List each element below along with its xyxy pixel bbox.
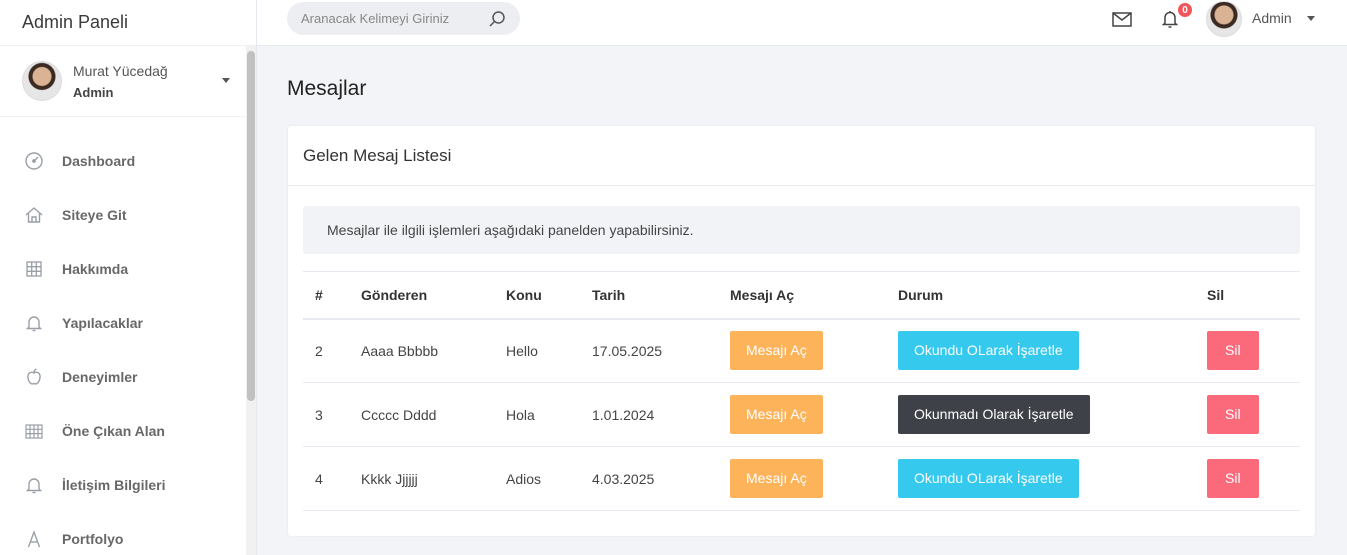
mail-icon[interactable] bbox=[1111, 10, 1133, 28]
mark-read-button[interactable]: Okundu OLarak İşaretle bbox=[898, 331, 1079, 371]
sidebar-nav: Dashboard Siteye Git Hakkımda Yapılacakl… bbox=[0, 117, 256, 555]
cell-topic: Adios bbox=[494, 446, 580, 511]
column-header: # bbox=[303, 271, 349, 320]
cell-id: 2 bbox=[303, 318, 349, 383]
home-icon bbox=[24, 205, 44, 225]
table-header-row: # Gönderen Konu Tarih Mesajı Aç Durum Si… bbox=[303, 271, 1300, 320]
sidebar-item-label: Hakkımda bbox=[62, 261, 129, 277]
notification-badge: 0 bbox=[1176, 1, 1194, 19]
table-row: 4 Kkkk Jjjjjj Adios 4.03.2025 Mesajı Aç … bbox=[303, 446, 1300, 511]
column-header: Sil bbox=[1195, 271, 1300, 320]
cell-topic: Hola bbox=[494, 382, 580, 447]
sidebar-item-hakkimda[interactable]: Hakkımda bbox=[0, 242, 256, 296]
sidebar-item-yapilacaklar[interactable]: Yapılacaklar bbox=[0, 296, 256, 350]
cell-topic: Hello bbox=[494, 318, 580, 383]
cell-id: 4 bbox=[303, 446, 349, 511]
scrollbar-thumb[interactable] bbox=[247, 51, 255, 401]
delete-button[interactable]: Sil bbox=[1207, 331, 1259, 371]
open-message-button[interactable]: Mesajı Aç bbox=[730, 331, 823, 371]
search-input[interactable] bbox=[301, 11, 481, 26]
sidebar-item-portfolyo[interactable]: Portfolyo bbox=[0, 512, 256, 555]
sidebar-scrollbar[interactable] bbox=[246, 46, 256, 555]
search-icon[interactable] bbox=[488, 10, 506, 28]
avatar bbox=[22, 61, 62, 101]
topbar: 0 Admin bbox=[257, 0, 1347, 46]
cell-date: 4.03.2025 bbox=[580, 446, 718, 511]
column-header: Tarih bbox=[580, 271, 718, 320]
sidebar: Admin Paneli Murat Yücedağ Admin Dashboa… bbox=[0, 0, 257, 555]
cell-sender: Ccccc Dddd bbox=[349, 382, 494, 447]
open-message-button[interactable]: Mesajı Aç bbox=[730, 395, 823, 434]
cell-sender: Aaaa Bbbbb bbox=[349, 318, 494, 383]
column-header: Mesajı Aç bbox=[718, 271, 886, 320]
avatar[interactable] bbox=[1206, 1, 1242, 37]
table-row: 2 Aaaa Bbbbb Hello 17.05.2025 Mesajı Aç … bbox=[303, 318, 1300, 383]
delete-button[interactable]: Sil bbox=[1207, 395, 1259, 434]
sidebar-item-label: İletişim Bilgileri bbox=[62, 477, 166, 493]
sidebar-item-label: Dashboard bbox=[62, 153, 136, 169]
brand-title[interactable]: Admin Paneli bbox=[0, 0, 256, 46]
sidebar-item-one-cikan-alan[interactable]: Öne Çıkan Alan bbox=[0, 404, 256, 458]
sidebar-item-label: Portfolyo bbox=[62, 531, 124, 547]
caret-down-icon[interactable] bbox=[222, 78, 230, 83]
grid-icon bbox=[24, 259, 44, 279]
cell-date: 17.05.2025 bbox=[580, 318, 718, 383]
card-title: Gelen Mesaj Listesi bbox=[288, 126, 1315, 186]
info-alert: Mesajlar ile ilgili işlemleri aşağıdaki … bbox=[303, 206, 1300, 254]
sidebar-item-label: Siteye Git bbox=[62, 207, 127, 223]
caret-down-icon[interactable] bbox=[1307, 16, 1315, 21]
sidebar-item-siteye-git[interactable]: Siteye Git bbox=[0, 188, 256, 242]
table-row: 3 Ccccc Dddd Hola 1.01.2024 Mesajı Aç Ok… bbox=[303, 382, 1300, 447]
search-box bbox=[287, 2, 520, 35]
cell-sender: Kkkk Jjjjjj bbox=[349, 446, 494, 511]
column-header: Gönderen bbox=[349, 271, 494, 320]
sidebar-item-label: Öne Çıkan Alan bbox=[62, 423, 165, 439]
sidebar-profile[interactable]: Murat Yücedağ Admin bbox=[0, 46, 256, 117]
sidebar-item-label: Yapılacaklar bbox=[62, 315, 143, 331]
delete-button[interactable]: Sil bbox=[1207, 459, 1259, 498]
column-header: Konu bbox=[494, 271, 580, 320]
user-menu-label[interactable]: Admin bbox=[1252, 10, 1292, 26]
column-header: Durum bbox=[886, 271, 1195, 320]
font-icon bbox=[24, 529, 44, 549]
messages-card: Gelen Mesaj Listesi Mesajlar ile ilgili … bbox=[288, 126, 1315, 536]
cell-id: 3 bbox=[303, 382, 349, 447]
cell-date: 1.01.2024 bbox=[580, 382, 718, 447]
page-title: Mesajlar bbox=[287, 77, 367, 100]
sidebar-item-iletisim-bilgileri[interactable]: İletişim Bilgileri bbox=[0, 458, 256, 512]
open-message-button[interactable]: Mesajı Aç bbox=[730, 459, 823, 498]
table-icon bbox=[24, 421, 44, 441]
profile-role: Admin bbox=[73, 84, 114, 100]
dashboard-icon bbox=[24, 151, 44, 171]
profile-name: Murat Yücedağ bbox=[73, 62, 168, 79]
mark-read-button[interactable]: Okundu OLarak İşaretle bbox=[898, 459, 1079, 498]
sidebar-item-label: Deneyimler bbox=[62, 369, 138, 385]
apple-icon bbox=[24, 367, 44, 387]
messages-table: # Gönderen Konu Tarih Mesajı Aç Durum Si… bbox=[303, 271, 1300, 511]
sidebar-item-deneyimler[interactable]: Deneyimler bbox=[0, 350, 256, 404]
sidebar-item-dashboard[interactable]: Dashboard bbox=[0, 134, 256, 188]
bell-icon bbox=[24, 313, 44, 333]
mark-unread-button[interactable]: Okunmadı Olarak İşaretle bbox=[898, 395, 1090, 434]
bell-icon bbox=[24, 475, 44, 495]
